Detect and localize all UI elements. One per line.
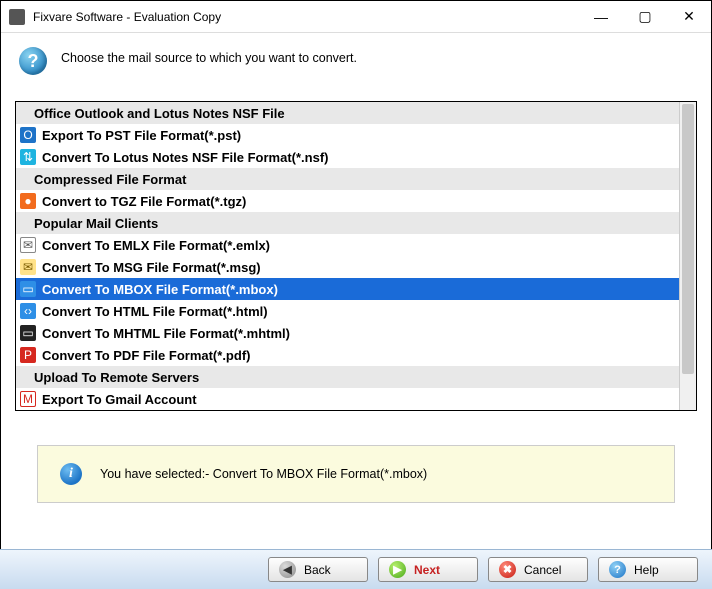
back-button[interactable]: ◀ Back: [268, 557, 368, 582]
back-arrow-icon: ◀: [279, 561, 296, 578]
instruction-text: Choose the mail source to which you want…: [61, 47, 357, 65]
list-item-label: Export To Gmail Account: [42, 392, 197, 407]
list-item-label: Convert To EMLX File Format(*.emlx): [42, 238, 270, 253]
list-item[interactable]: ● Convert to TGZ File Format(*.tgz): [16, 190, 679, 212]
status-text: You have selected:- Convert To MBOX File…: [100, 467, 427, 481]
list-header-label: Compressed File Format: [20, 172, 186, 187]
list-header-label: Popular Mail Clients: [20, 216, 158, 231]
cancel-button[interactable]: ✖ Cancel: [488, 557, 588, 582]
next-button[interactable]: ▶ Next: [378, 557, 478, 582]
minimize-button[interactable]: —: [579, 2, 623, 32]
list-item-label: Convert to TGZ File Format(*.tgz): [42, 194, 246, 209]
list-item-label: Export To PST File Format(*.pst): [42, 128, 241, 143]
tgz-icon: ●: [20, 193, 36, 209]
list-item-label: Convert To PDF File Format(*.pdf): [42, 348, 250, 363]
list-header-label: Upload To Remote Servers: [20, 370, 199, 385]
next-button-label: Next: [414, 563, 440, 577]
help-button[interactable]: ? Help: [598, 557, 698, 582]
app-icon: [9, 9, 25, 25]
format-list[interactable]: Office Outlook and Lotus Notes NSF File O…: [16, 102, 679, 410]
msg-icon: ✉: [20, 259, 36, 275]
list-item[interactable]: ✉ Convert To MSG File Format(*.msg): [16, 256, 679, 278]
cancel-icon: ✖: [499, 561, 516, 578]
window-controls: — ▢ ✕: [579, 2, 711, 32]
list-item-label: Convert To Lotus Notes NSF File Format(*…: [42, 150, 329, 165]
list-item[interactable]: ‹› Convert To HTML File Format(*.html): [16, 300, 679, 322]
mhtml-icon: ▭: [20, 325, 36, 341]
nsf-icon: ⇅: [20, 149, 36, 165]
emlx-icon: ✉: [20, 237, 36, 253]
list-item-label: Convert To HTML File Format(*.html): [42, 304, 268, 319]
help-button-label: Help: [634, 563, 659, 577]
list-header: Compressed File Format: [16, 168, 679, 190]
list-item[interactable]: ▭ Convert To MHTML File Format(*.mhtml): [16, 322, 679, 344]
next-arrow-icon: ▶: [389, 561, 406, 578]
cancel-button-label: Cancel: [524, 563, 561, 577]
gmail-icon: M: [20, 391, 36, 407]
question-icon: ?: [19, 47, 47, 75]
list-item[interactable]: P Convert To PDF File Format(*.pdf): [16, 344, 679, 366]
info-icon: i: [60, 463, 82, 485]
scrollbar[interactable]: [679, 102, 696, 410]
list-header: Popular Mail Clients: [16, 212, 679, 234]
list-header: Office Outlook and Lotus Notes NSF File: [16, 102, 679, 124]
back-button-label: Back: [304, 563, 331, 577]
help-icon: ?: [609, 561, 626, 578]
list-item-label: Convert To MBOX File Format(*.mbox): [42, 282, 278, 297]
close-button[interactable]: ✕: [667, 2, 711, 32]
list-item[interactable]: O Export To PST File Format(*.pst): [16, 124, 679, 146]
list-item[interactable]: ✉ Convert To EMLX File Format(*.emlx): [16, 234, 679, 256]
mbox-icon: ▭: [20, 281, 36, 297]
scrollbar-thumb[interactable]: [682, 104, 694, 374]
list-item-label: Convert To MHTML File Format(*.mhtml): [42, 326, 290, 341]
list-item[interactable]: ▭ Convert To MBOX File Format(*.mbox): [16, 278, 679, 300]
window-title: Fixvare Software - Evaluation Copy: [33, 10, 579, 24]
format-list-container: Office Outlook and Lotus Notes NSF File O…: [15, 101, 697, 411]
status-box: i You have selected:- Convert To MBOX Fi…: [37, 445, 675, 503]
list-header: Upload To Remote Servers: [16, 366, 679, 388]
pdf-icon: P: [20, 347, 36, 363]
list-item[interactable]: ⇅ Convert To Lotus Notes NSF File Format(…: [16, 146, 679, 168]
list-item-label: Convert To MSG File Format(*.msg): [42, 260, 261, 275]
list-header-label: Office Outlook and Lotus Notes NSF File: [20, 106, 285, 121]
titlebar: Fixvare Software - Evaluation Copy — ▢ ✕: [1, 1, 711, 33]
footer: ◀ Back ▶ Next ✖ Cancel ? Help: [0, 549, 712, 589]
maximize-button[interactable]: ▢: [623, 2, 667, 32]
instruction-row: ? Choose the mail source to which you wa…: [1, 33, 711, 101]
outlook-icon: O: [20, 127, 36, 143]
html-icon: ‹›: [20, 303, 36, 319]
list-item[interactable]: M Export To Gmail Account: [16, 388, 679, 410]
